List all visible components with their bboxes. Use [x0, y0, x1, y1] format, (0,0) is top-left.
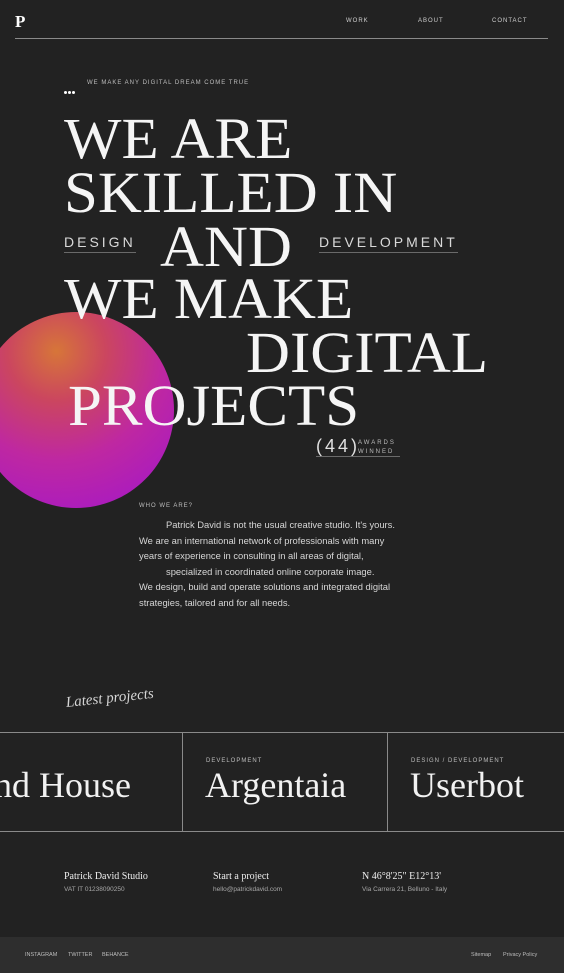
- about-heading: WHO WE ARE?: [139, 503, 194, 509]
- project-card-title[interactable]: nd House: [0, 764, 131, 806]
- about-line-4: specialized in coordinated online corpor…: [166, 565, 375, 577]
- vat-number: VAT IT 01238090250: [64, 886, 125, 893]
- contact-email[interactable]: hello@patrickdavid.com: [213, 886, 282, 893]
- about-text: Patrick David is not the usual creative …: [139, 517, 429, 610]
- sitemap-link[interactable]: Sitemap: [471, 952, 491, 958]
- start-project-heading[interactable]: Start a project: [213, 871, 269, 882]
- about-line-5: We design, build and operate solutions a…: [139, 581, 391, 592]
- studio-name: Patrick David Studio: [64, 871, 148, 882]
- coordinates: N 46°8'25" E12°13': [362, 871, 442, 882]
- nav-about[interactable]: ABOUT: [418, 18, 444, 24]
- awards-label: AWARDS WINNED: [358, 439, 396, 457]
- about-line-2: We are an international network of profe…: [139, 534, 385, 546]
- social-instagram-link[interactable]: INSTAGRAM: [25, 952, 57, 958]
- latest-projects-label: Latest projects: [65, 685, 155, 711]
- awards-count: (44): [316, 436, 361, 456]
- projects-bottom-rule: [0, 831, 564, 832]
- nav-work[interactable]: WORK: [346, 18, 369, 24]
- projects-top-rule: [0, 732, 564, 733]
- header-divider: [15, 38, 548, 39]
- project-card-title[interactable]: Argentaia: [205, 764, 346, 806]
- projects-divider: [387, 732, 388, 831]
- privacy-policy-link[interactable]: Privacy Policy: [503, 952, 537, 958]
- projects-divider: [182, 732, 183, 831]
- tagline: WE MAKE ANY DIGITAL DREAM COME TRUE: [87, 80, 250, 86]
- dots-icon: [64, 81, 78, 94]
- social-behance-link[interactable]: BEHANCE: [102, 952, 129, 958]
- about-line-1: Patrick David is not the usual creative …: [166, 519, 395, 530]
- logo[interactable]: P: [15, 12, 25, 32]
- address: Via Carrera 21, Belluno - Italy: [362, 886, 448, 893]
- side-word-design: DESIGN: [64, 234, 136, 253]
- awards-divider: [316, 456, 400, 457]
- awards-label-line-1: AWARDS: [358, 440, 396, 446]
- about-line-3: years of experience in consulting in all…: [139, 550, 364, 561]
- project-card-title[interactable]: Userbot: [410, 764, 524, 806]
- about-line-6: strategies, tailored and for all needs.: [139, 596, 291, 608]
- social-twitter-link[interactable]: TWITTER: [68, 952, 92, 958]
- side-word-development: DEVELOPMENT: [319, 234, 458, 253]
- nav-contact[interactable]: CONTACT: [492, 18, 528, 24]
- hero-line-6: PROJECTS: [68, 373, 360, 438]
